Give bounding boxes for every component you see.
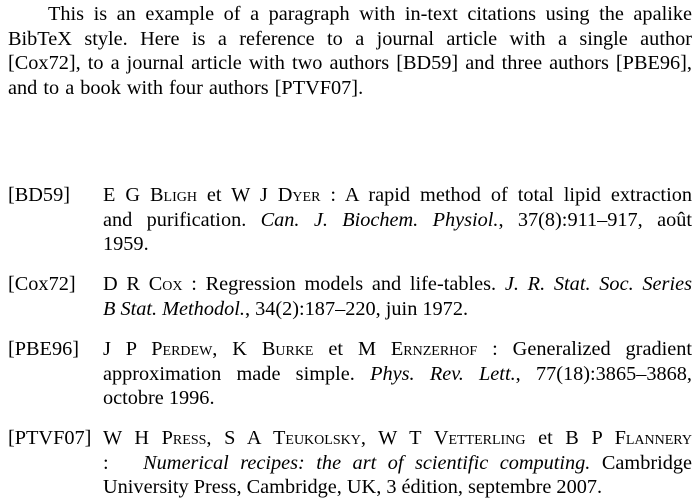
bib-venue-cont: B Stat. Methodol. bbox=[103, 297, 245, 320]
bib-body: W H Press, S A Teukolsky, W T Vetterling… bbox=[103, 426, 692, 500]
paragraph-line-3: [Cox72], to a journal article with two a… bbox=[8, 52, 692, 75]
bib-line: B Stat. Methodol., 34(2):187–220, juin 1… bbox=[103, 297, 692, 322]
bib-details: , 34(2):187–220, juin 1972. bbox=[244, 297, 469, 320]
intro-paragraph: This is an example of a paragraph with i… bbox=[8, 2, 692, 100]
document-page: This is an example of a paragraph with i… bbox=[0, 0, 700, 501]
bib-authors: W H Press, S A Teukolsky, W T Vetterling… bbox=[103, 427, 692, 449]
bib-separator: : bbox=[320, 184, 345, 206]
bib-body: E G Bligh et W J Dyer : A rapid method o… bbox=[103, 183, 692, 257]
paragraph-line-1: This is an example of a paragraph with i… bbox=[48, 3, 692, 25]
bib-title-cont: approximation made simple. bbox=[103, 362, 355, 385]
bib-title: Regression models and life-tables. bbox=[205, 273, 497, 295]
bib-details: , 77(18):3865–3868, bbox=[515, 362, 693, 385]
bib-label: [BD59] bbox=[8, 184, 70, 206]
bib-publisher: Cambridge bbox=[601, 451, 693, 474]
bib-venue: Can. J. Biochem. Physiol. bbox=[260, 208, 499, 231]
bib-label: [PBE96] bbox=[8, 338, 79, 360]
bib-venue: Phys. Rev. Lett. bbox=[370, 362, 516, 385]
paragraph-line-2: BibTeX style. Here is a reference to a j… bbox=[8, 27, 692, 50]
bib-line: octobre 1996. bbox=[103, 387, 215, 410]
citation-ptvf07[interactable]: [PTVF07] bbox=[275, 77, 358, 99]
bib-line: approximation made simple. Phys. Rev. Le… bbox=[103, 362, 692, 387]
bib-line: J P Perdew, K Burke et M Ernzerhof : Gen… bbox=[103, 337, 692, 362]
paragraph-line-4: and to a book with four authors [PTVF07]… bbox=[8, 76, 364, 99]
bib-separator: : bbox=[477, 338, 513, 360]
bib-authors: D R Cox bbox=[103, 273, 183, 295]
bib-title: Generalized gradient bbox=[512, 338, 692, 360]
bib-title: Numerical recipes: the art of scientific… bbox=[143, 451, 591, 474]
bib-venue: J. R. Stat. Soc. Series bbox=[504, 273, 692, 295]
bib-title-cont: and purification. bbox=[103, 208, 247, 231]
bib-body: J P Perdew, K Burke et M Ernzerhof : Gen… bbox=[103, 337, 692, 411]
bib-separator: : bbox=[182, 273, 206, 295]
bib-line: 1959. bbox=[103, 233, 149, 256]
bib-separator: : bbox=[103, 451, 109, 474]
bib-line: and purification. Can. J. Biochem. Physi… bbox=[103, 208, 692, 233]
bib-body: D R Cox : Regression models and life-tab… bbox=[103, 272, 692, 321]
citation-bd59[interactable]: [BD59] bbox=[396, 52, 458, 74]
bib-line: : Numerical recipes: the art of scientif… bbox=[103, 451, 692, 476]
citation-pbe96[interactable]: [PBE96] bbox=[616, 52, 687, 74]
bib-label: [Cox72] bbox=[8, 273, 76, 295]
bib-title: A rapid method of total lipid extraction bbox=[344, 184, 692, 206]
bib-line: W H Press, S A Teukolsky, W T Vetterling… bbox=[103, 426, 692, 451]
bib-details: , 37(8):911–917, août bbox=[498, 208, 692, 231]
bib-line: E G Bligh et W J Dyer : A rapid method o… bbox=[103, 183, 692, 208]
bib-authors: J P Perdew, K Burke et M Ernzerhof bbox=[103, 338, 478, 360]
bib-label: [PTVF07] bbox=[8, 427, 92, 449]
bib-line: D R Cox : Regression models and life-tab… bbox=[103, 272, 692, 297]
bib-line: University Press, Cambridge, UK, 3 éditi… bbox=[103, 476, 603, 499]
citation-cox72[interactable]: [Cox72] bbox=[8, 52, 76, 74]
bib-authors: E G Bligh et W J Dyer bbox=[103, 184, 321, 206]
